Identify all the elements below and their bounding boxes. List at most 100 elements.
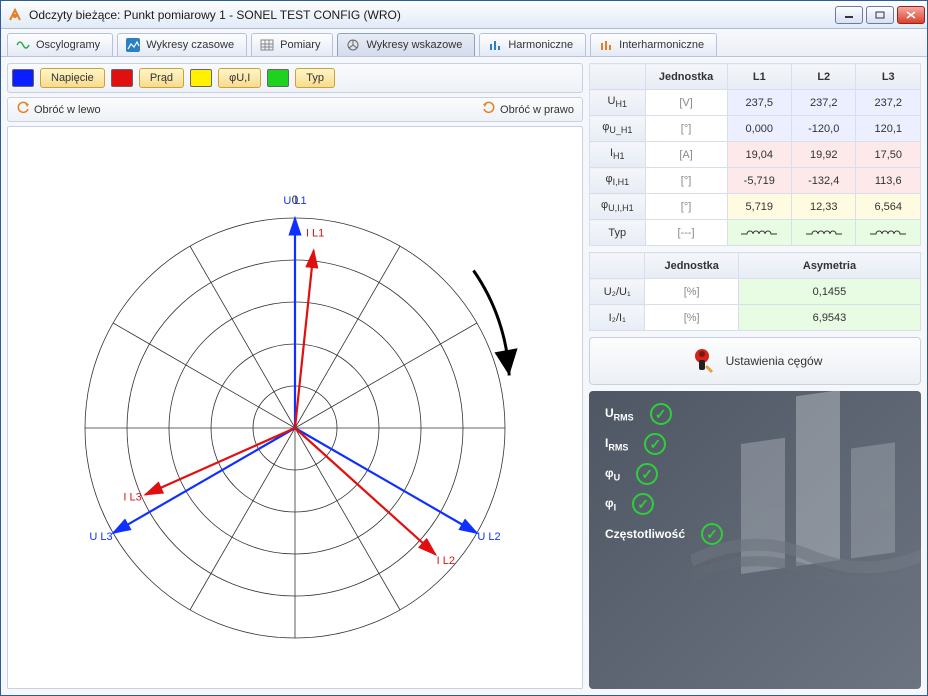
rotate-left-label: Obróć w lewo [34,104,101,116]
bars-icon [488,38,502,52]
row-IH1: IH1 [A] 19,04 19,92 17,50 [590,142,921,168]
svg-text:I L2: I L2 [437,554,455,566]
col-blank [590,64,646,90]
cell-inductor [792,220,856,246]
swatch-typ [267,69,289,87]
check-icon: ✓ [650,403,672,425]
cell: 17,50 [856,142,921,168]
clamp-icon [688,346,716,377]
row-phiUI: φU,I,H1 [°] 5,719 12,33 6,564 [590,194,921,220]
close-button[interactable] [897,6,925,24]
bars-orange-icon [599,38,613,52]
row-label: UH1 [590,90,646,116]
col-L3: L3 [856,64,921,90]
minimize-button[interactable] [835,6,863,24]
legend-label: φU,I [229,72,250,84]
status-label: φU [605,466,620,482]
row-label: U₂/U₁ [590,279,645,305]
oscilloscope-icon [16,38,30,52]
swatch-phi [190,69,212,87]
cell-inductor [727,220,791,246]
cell: 6,9543 [738,305,920,331]
col-unit: Jednostka [645,64,727,90]
legend-label: Typ [306,72,324,84]
cell: -120,0 [792,116,856,142]
table-icon [260,38,274,52]
row-phiU: φU_H1 [°] 0,000 -120,0 120,1 [590,116,921,142]
phasor-icon [346,38,360,52]
cell: 12,33 [792,194,856,220]
row-unit: [A] [645,142,727,168]
row-unit: [V] [645,90,727,116]
status-label: Częstotliwość [605,527,685,541]
rotate-right-button[interactable]: Obróć w prawo [482,101,574,118]
tab-label: Wykresy czasowe [146,39,234,51]
timechart-icon [126,38,140,52]
legend-label: Napięcie [51,72,94,84]
clamp-settings-label: Ustawienia cęgów [726,354,823,368]
swatch-current [111,69,133,87]
tab-interharmoniczne[interactable]: Interharmoniczne [590,33,717,56]
cell: 237,5 [727,90,791,116]
row-label: φI,H1 [590,168,646,194]
clamp-settings-button[interactable]: Ustawienia cęgów [589,337,921,385]
tab-harmoniczne[interactable]: Harmoniczne [479,33,586,56]
window-title: Odczyty bieżące: Punkt pomiarowy 1 - SON… [29,8,835,22]
phasor-chart: 0U L1I L1U L2I L2U L3I L3 [7,126,583,689]
tab-bar: Oscylogramy Wykresy czasowe Pomiary Wykr… [1,29,927,57]
row-unit: [---] [645,220,727,246]
status-label: IRMS [605,436,628,452]
row-label: φU,I,H1 [590,194,646,220]
asymmetry-table: Jednostka Asymetria U₂/U₁ [%] 0,1455 I₂/… [589,252,921,331]
cell-inductor [856,220,921,246]
status-panel: URMS ✓ IRMS ✓ φU ✓ φI ✓ Częstotliwość [589,391,921,689]
cell: 120,1 [856,116,921,142]
svg-text:U L3: U L3 [89,531,112,543]
legend-btn-typ[interactable]: Typ [295,68,335,88]
row-phiI: φI,H1 [°] -5,719 -132,4 113,6 [590,168,921,194]
cell: 237,2 [856,90,921,116]
cell: -132,4 [792,168,856,194]
tab-wykresy-wskazowe[interactable]: Wykresy wskazowe [337,33,475,56]
rotate-right-label: Obróć w prawo [500,104,574,116]
tab-label: Wykresy wskazowe [366,39,462,51]
maximize-button[interactable] [866,6,894,24]
svg-text:U L2: U L2 [477,531,500,543]
svg-text:U L1: U L1 [283,195,306,207]
rotate-left-button[interactable]: Obróć w lewo [16,101,101,118]
check-icon: ✓ [636,463,658,485]
cell: 0,1455 [738,279,920,305]
col-asym: Asymetria [738,253,920,279]
row-label: IH1 [590,142,646,168]
right-panel: Jednostka L1 L2 L3 UH1 [V] 237,5 237,2 2… [589,63,921,689]
row-unit: [°] [645,168,727,194]
row-unit: [°] [645,116,727,142]
cell: 19,92 [792,142,856,168]
legend-btn-prad[interactable]: Prąd [139,68,184,88]
swatch-voltage [12,69,34,87]
col-unit: Jednostka [645,253,739,279]
svg-text:I L1: I L1 [306,227,324,239]
cell: 6,564 [856,194,921,220]
rotate-bar: Obróć w lewo Obróć w prawo [7,97,583,122]
phasor-svg: 0U L1I L1U L2I L2U L3I L3 [25,148,565,668]
row-UH1: UH1 [V] 237,5 237,2 237,2 [590,90,921,116]
titlebar: Odczyty bieżące: Punkt pomiarowy 1 - SON… [1,1,927,29]
tab-label: Oscylogramy [36,39,100,51]
rotate-right-icon [482,101,496,118]
legend-btn-napiecie[interactable]: Napięcie [40,68,105,88]
cell: -5,719 [727,168,791,194]
cell: 0,000 [727,116,791,142]
tab-wykresy-czasowe[interactable]: Wykresy czasowe [117,33,247,56]
legend-bar: Napięcie Prąd φU,I Typ [7,63,583,93]
row-label: φU_H1 [590,116,646,142]
legend-btn-phi[interactable]: φU,I [218,68,261,88]
tab-pomiary[interactable]: Pomiary [251,33,333,56]
content-area: Napięcie Prąd φU,I Typ Obróć w lewo Obró… [1,57,927,695]
tab-label: Harmoniczne [508,39,573,51]
cell: 113,6 [856,168,921,194]
window-buttons [835,6,925,24]
app-icon [7,7,23,23]
tab-oscylogramy[interactable]: Oscylogramy [7,33,113,56]
row-label: I₂/I₁ [590,305,645,331]
